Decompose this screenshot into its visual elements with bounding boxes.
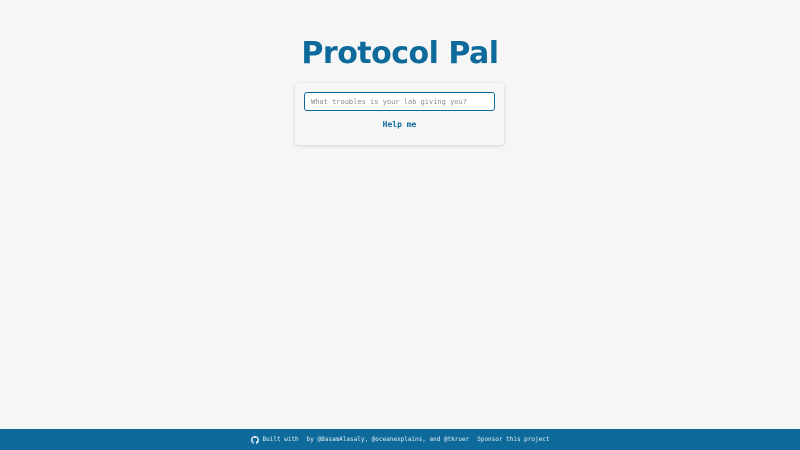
search-input[interactable] [304, 92, 495, 111]
sponsor-link[interactable]: Sponsor this project [477, 436, 549, 443]
page: Protocol Pal Help me Built with by @Basa… [0, 0, 800, 450]
footer: Built with by @BasamAlasaly, @oceanexpla… [0, 429, 800, 450]
query-card: Help me [295, 83, 504, 145]
authors-text: by @BasamAlasaly, @oceanexplains, and @t… [306, 436, 470, 443]
page-title: Protocol Pal [301, 36, 499, 71]
github-icon[interactable] [250, 435, 259, 444]
help-me-button[interactable]: Help me [295, 119, 504, 131]
built-with-text: Built with [262, 436, 299, 443]
